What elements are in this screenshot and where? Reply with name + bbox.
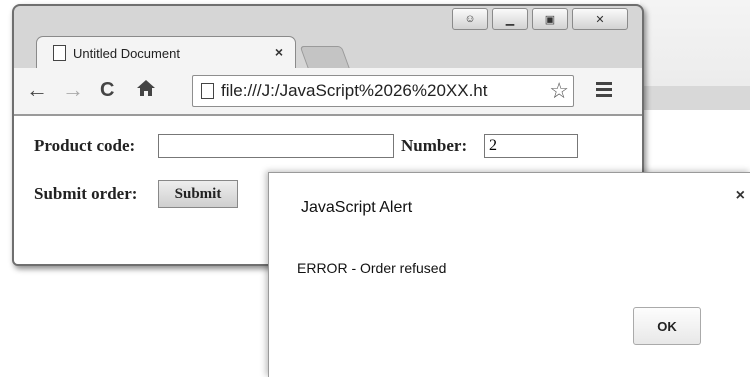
product-code-label: Product code: bbox=[34, 136, 136, 155]
close-window-button[interactable]: ✕ bbox=[572, 8, 628, 30]
reload-icon[interactable]: C bbox=[100, 78, 114, 102]
submit-button[interactable]: Submit bbox=[158, 180, 238, 208]
tab-untitled-document[interactable]: Untitled Document × bbox=[36, 36, 296, 69]
home-icon[interactable] bbox=[136, 78, 156, 104]
background-desktop bbox=[640, 0, 750, 86]
back-icon[interactable]: ← bbox=[26, 78, 48, 102]
maximize-button[interactable]: ▣ bbox=[532, 8, 568, 30]
bookmark-star-icon[interactable]: ☆ bbox=[547, 78, 569, 104]
window-controls: ☺ ▁ ▣ ✕ bbox=[452, 8, 628, 30]
browser-toolbar: ← → C file:///J:/JavaScript%2026%20XX.ht… bbox=[14, 68, 642, 116]
tab-title: Untitled Document bbox=[73, 46, 180, 61]
user-icon[interactable]: ☺ bbox=[452, 8, 488, 30]
url-text: file:///J:/JavaScript%2026%20XX.ht bbox=[221, 81, 488, 100]
submit-order-label: Submit order: bbox=[34, 184, 138, 203]
number-input[interactable]: 2 bbox=[484, 134, 578, 158]
number-label: Number: bbox=[401, 136, 468, 155]
tab-close-icon[interactable]: × bbox=[275, 44, 283, 60]
page-icon bbox=[201, 83, 214, 99]
alert-message: ERROR - Order refused bbox=[297, 260, 447, 276]
minimize-button[interactable]: ▁ bbox=[492, 8, 528, 30]
address-bar[interactable]: file:///J:/JavaScript%2026%20XX.ht ☆ bbox=[192, 75, 574, 107]
alert-close-icon[interactable]: × bbox=[736, 187, 745, 205]
product-code-input[interactable] bbox=[158, 134, 394, 158]
ok-button[interactable]: OK bbox=[633, 307, 701, 345]
new-tab-button[interactable] bbox=[299, 46, 351, 70]
alert-title: JavaScript Alert bbox=[301, 199, 413, 216]
document-icon bbox=[53, 45, 66, 61]
background-bar bbox=[640, 86, 750, 110]
menu-icon[interactable] bbox=[596, 82, 612, 100]
javascript-alert-dialog: JavaScript Alert × ERROR - Order refused… bbox=[268, 172, 750, 377]
forward-icon[interactable]: → bbox=[62, 78, 84, 102]
